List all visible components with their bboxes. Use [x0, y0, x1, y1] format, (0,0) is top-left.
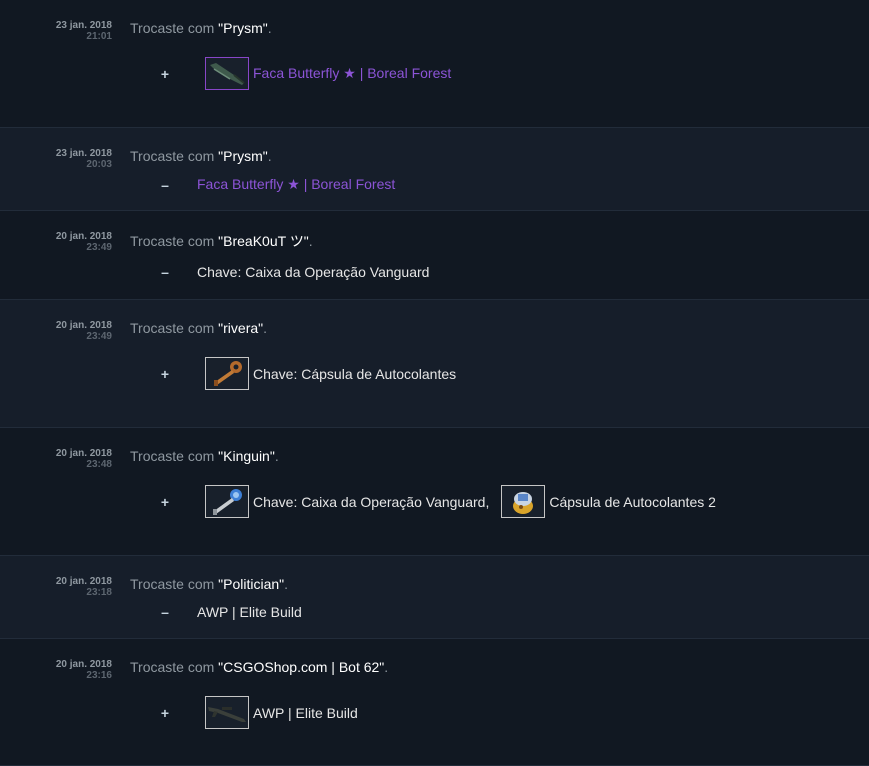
trade-date-time: 23:49 — [86, 331, 112, 342]
silver-key-icon — [205, 485, 249, 518]
trade-row: 20 jan. 2018 23:18 Trocaste com "Politic… — [0, 556, 869, 639]
trade-item[interactable]: Faca Butterfly ★ | Boreal Forest — [197, 176, 395, 193]
trade-date-day: 20 jan. 2018 — [55, 659, 112, 670]
trade-suffix: . — [284, 576, 289, 592]
trade-item[interactable]: AWP | Elite Build — [197, 604, 302, 620]
trade-date-day: 23 jan. 2018 — [55, 148, 112, 159]
received-sign: + — [160, 493, 170, 510]
trade-date: 23 jan. 2018 21:01 — [10, 20, 112, 42]
trade-date: 20 jan. 2018 23:16 — [10, 659, 112, 681]
trade-partner-link[interactable]: "CSGOShop.com | Bot 62" — [218, 659, 384, 675]
trade-date: 23 jan. 2018 20:03 — [10, 148, 112, 170]
trade-prefix: Trocaste com — [130, 576, 219, 592]
trade-date: 20 jan. 2018 23:18 — [10, 576, 112, 598]
received-sign: + — [160, 365, 170, 382]
trade-item[interactable]: Cápsula de Autocolantes 2 — [501, 485, 716, 518]
trade-row: 20 jan. 2018 23:16 Trocaste com "CSGOSho… — [0, 639, 869, 766]
trade-partner-link[interactable]: "Kinguin" — [218, 448, 275, 464]
trade-prefix: Trocaste com — [130, 233, 219, 249]
trade-description: Trocaste com "CSGOShop.com | Bot 62". — [130, 659, 388, 675]
trade-partner-link[interactable]: "rivera" — [218, 320, 263, 336]
trade-date-time: 23:48 — [86, 459, 112, 470]
trade-items: + AWP | Elite Build — [158, 696, 358, 729]
trade-description: Trocaste com "BreaK0uT ツ". — [130, 231, 313, 251]
trade-items: – AWP | Elite Build — [158, 604, 302, 620]
item-name: Chave: Caixa da Operação Vanguard — [253, 493, 486, 510]
trade-row: 23 jan. 2018 21:01 Trocaste com "Prysm".… — [0, 0, 869, 128]
trade-date-day: 20 jan. 2018 — [55, 231, 112, 242]
trade-date-time: 20:03 — [86, 159, 112, 170]
trade-description: Trocaste com "Politician". — [130, 576, 288, 592]
trade-item[interactable]: Chave: Cápsula de Autocolantes — [205, 357, 456, 390]
trade-date-day: 23 jan. 2018 — [55, 20, 112, 31]
trade-prefix: Trocaste com — [130, 148, 219, 164]
trade-prefix: Trocaste com — [130, 320, 219, 336]
trade-date: 20 jan. 2018 23:49 — [10, 231, 112, 253]
trade-item[interactable]: AWP | Elite Build — [205, 696, 358, 729]
trade-description: Trocaste com "Prysm". — [130, 20, 272, 36]
awp-rifle-icon — [205, 696, 249, 729]
trade-suffix: . — [267, 20, 272, 36]
trade-date: 20 jan. 2018 23:49 — [10, 320, 112, 342]
sticker-capsule-icon — [501, 485, 546, 518]
trade-partner-link[interactable]: "BreaK0uT ツ" — [218, 233, 309, 249]
trade-prefix: Trocaste com — [130, 448, 219, 464]
item-name: AWP | Elite Build — [253, 704, 358, 721]
trade-date-day: 20 jan. 2018 — [55, 576, 112, 587]
trade-row: 23 jan. 2018 20:03 Trocaste com "Prysm".… — [0, 128, 869, 211]
trade-suffix: . — [308, 233, 313, 249]
trade-suffix: . — [384, 659, 389, 675]
trade-suffix: . — [263, 320, 268, 336]
trade-items: + Chave: Caixa da Operação Vanguard , Cá… — [158, 485, 716, 518]
trade-date: 20 jan. 2018 23:48 — [10, 448, 112, 470]
item-name: Chave: Caixa da Operação Vanguard — [197, 264, 430, 280]
trade-date-day: 20 jan. 2018 — [55, 448, 112, 459]
trade-date-time: 21:01 — [86, 31, 112, 42]
trade-suffix: . — [267, 148, 272, 164]
trade-partner-link[interactable]: "Prysm" — [218, 148, 268, 164]
trade-row: 20 jan. 2018 23:49 Trocaste com "rivera"… — [0, 300, 869, 428]
trade-description: Trocaste com "Prysm". — [130, 148, 272, 164]
trade-items: + Chave: Cápsula de Autocolantes — [158, 357, 456, 390]
trade-description: Trocaste com "rivera". — [130, 320, 267, 336]
trade-prefix: Trocaste com — [130, 659, 219, 675]
received-sign: + — [160, 704, 170, 721]
trade-items: + Faca Butterfly ★ | Boreal Forest — [158, 57, 451, 90]
item-name: Faca Butterfly ★ | Boreal Forest — [253, 65, 452, 81]
trade-prefix: Trocaste com — [130, 20, 219, 36]
trade-row: 20 jan. 2018 23:49 Trocaste com "BreaK0u… — [0, 211, 869, 300]
trade-item[interactable]: Chave: Caixa da Operação Vanguard — [197, 264, 429, 280]
item-name: Faca Butterfly ★ | Boreal Forest — [197, 176, 396, 192]
trade-date-time: 23:18 — [86, 587, 112, 598]
received-sign: + — [160, 65, 170, 82]
trade-suffix: . — [274, 448, 279, 464]
trade-date-time: 23:16 — [86, 670, 112, 681]
trade-item[interactable]: Chave: Caixa da Operação Vanguard — [205, 485, 485, 518]
trade-partner-link[interactable]: "Politician" — [218, 576, 284, 592]
butterfly-knife-icon — [205, 57, 249, 90]
trade-row: 20 jan. 2018 23:48 Trocaste com "Kinguin… — [0, 428, 869, 556]
trade-items: – Faca Butterfly ★ | Boreal Forest — [158, 176, 395, 193]
item-name: AWP | Elite Build — [197, 604, 302, 620]
given-sign: – — [161, 264, 169, 280]
trade-date-time: 23:49 — [86, 242, 112, 253]
given-sign: – — [161, 604, 169, 620]
trade-item[interactable]: Faca Butterfly ★ | Boreal Forest — [205, 57, 451, 90]
given-sign: – — [161, 176, 169, 193]
trade-partner-link[interactable]: "Prysm" — [218, 20, 268, 36]
item-name: Cápsula de Autocolantes 2 — [549, 493, 716, 510]
item-name: Chave: Cápsula de Autocolantes — [253, 365, 457, 382]
item-separator: , — [485, 493, 490, 510]
trade-history-list: 23 jan. 2018 21:01 Trocaste com "Prysm".… — [0, 0, 869, 766]
trade-description: Trocaste com "Kinguin". — [130, 448, 279, 464]
bronze-key-icon — [205, 357, 249, 390]
trade-items: – Chave: Caixa da Operação Vanguard — [158, 264, 429, 280]
trade-date-day: 20 jan. 2018 — [55, 320, 112, 331]
